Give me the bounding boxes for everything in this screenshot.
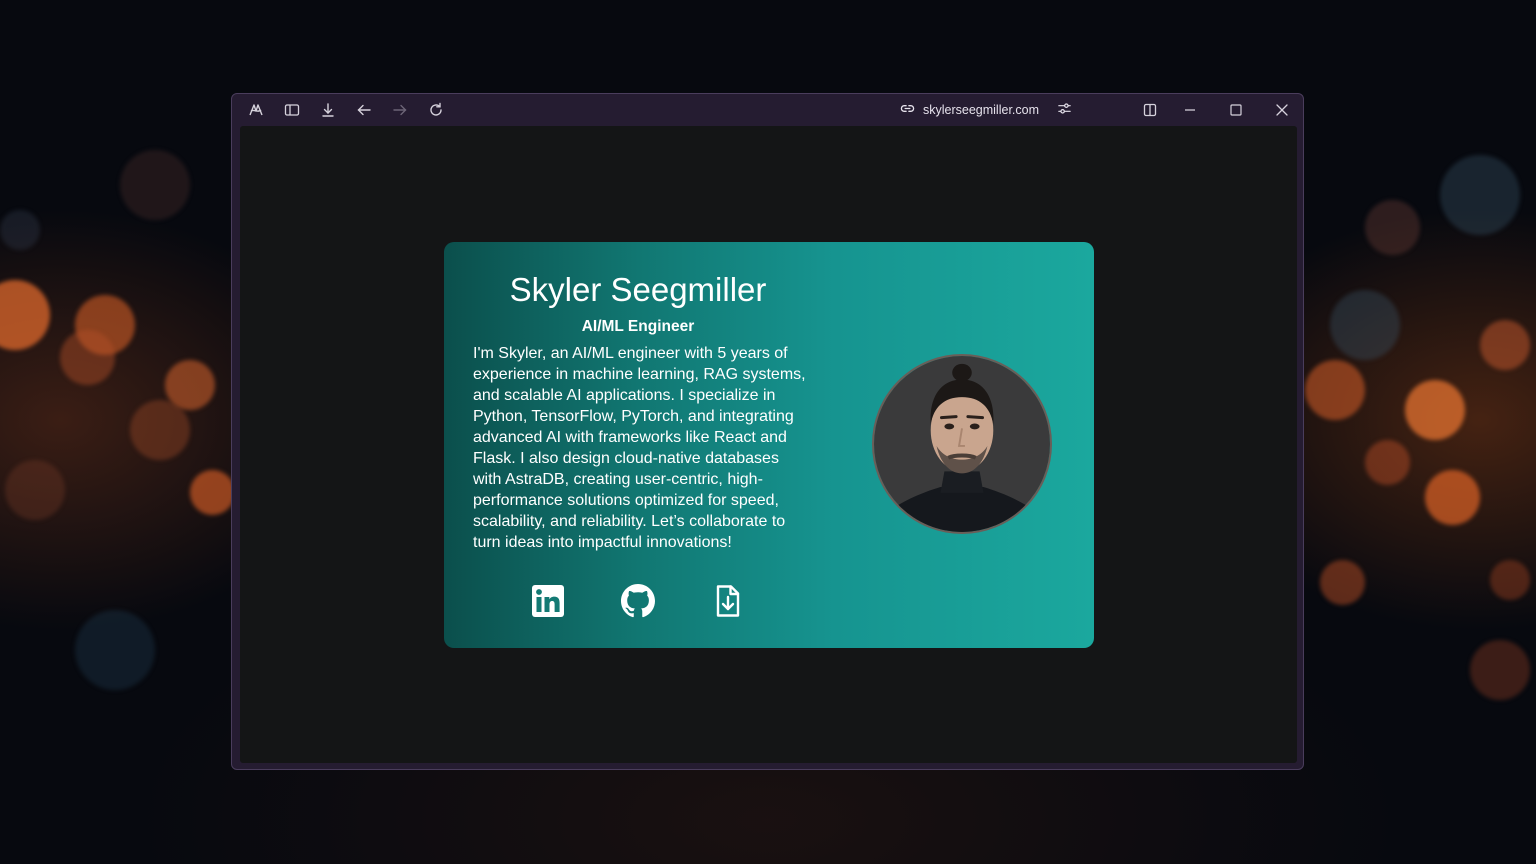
- bio-line: advanced AI with frameworks like React a…: [473, 429, 787, 446]
- profile-card: Skyler Seegmiller AI/ML Engineer I'm Sky…: [444, 242, 1094, 648]
- reload-icon[interactable]: [426, 100, 446, 120]
- profile-role: AI/ML Engineer: [581, 318, 695, 335]
- bio-line: turn ideas into impactful innovations!: [473, 534, 732, 551]
- link-icon: [900, 101, 915, 119]
- back-arrow-icon[interactable]: [354, 100, 374, 120]
- bio-line: Python, TensorFlow, PyTorch, and integra…: [473, 408, 794, 425]
- bio-line: experience in machine learning, RAG syst…: [473, 366, 806, 383]
- close-icon[interactable]: [1272, 100, 1292, 120]
- bio-line: scalability, and reliability. Let’s coll…: [473, 513, 786, 530]
- page-viewport: Skyler Seegmiller AI/ML Engineer I'm Sky…: [240, 126, 1297, 763]
- split-view-icon[interactable]: [1140, 100, 1160, 120]
- site-settings-icon[interactable]: [1057, 101, 1072, 119]
- download-icon[interactable]: [318, 100, 338, 120]
- sidebar-toggle-icon[interactable]: [282, 100, 302, 120]
- maximize-icon[interactable]: [1226, 100, 1246, 120]
- profile-name: Skyler Seegmiller: [509, 271, 767, 308]
- resume-download-icon[interactable]: [710, 583, 746, 619]
- github-icon[interactable]: [620, 583, 656, 619]
- bio-line: and scalable AI applications. I speciali…: [473, 387, 776, 404]
- address-bar[interactable]: skylerseegmiller.com: [900, 100, 1072, 120]
- bio-line: with AstraDB, creating user-centric, hig…: [473, 471, 763, 488]
- profile-bio: I'm Skyler, an AI/ML engineer with 5 yea…: [473, 343, 813, 553]
- url-text[interactable]: skylerseegmiller.com: [923, 103, 1039, 117]
- minimize-icon[interactable]: [1180, 100, 1200, 120]
- browser-window: skylerseegmiller.com Skyler Seegmiller A…: [231, 93, 1304, 770]
- linkedin-icon[interactable]: [530, 583, 566, 619]
- browser-toolbar: skylerseegmiller.com: [232, 94, 1303, 126]
- bio-line: performance solutions optimized for spee…: [473, 492, 779, 509]
- profile-photo: [872, 354, 1052, 534]
- bio-line: Flask. I also design cloud-native databa…: [473, 450, 779, 467]
- arc-logo-icon[interactable]: [246, 100, 266, 120]
- forward-arrow-icon[interactable]: [390, 100, 410, 120]
- bio-line: I'm Skyler, an AI/ML engineer with 5 yea…: [473, 345, 788, 362]
